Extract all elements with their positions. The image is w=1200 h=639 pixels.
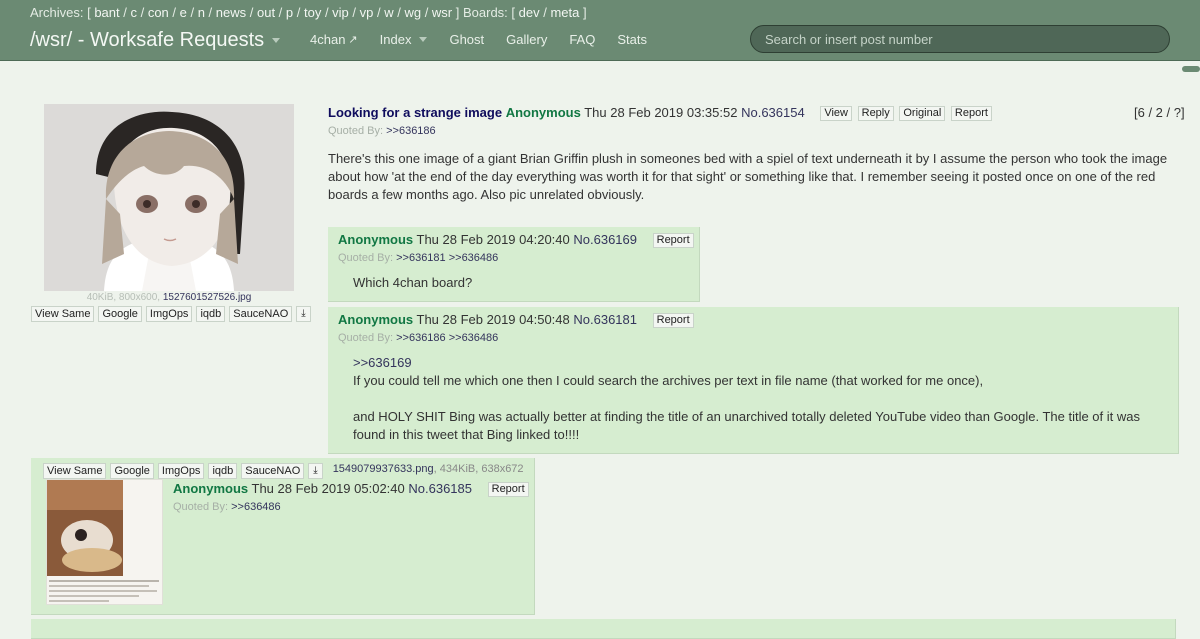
quote-backlink[interactable]: >>636186 [386, 125, 436, 137]
anime-portrait-image [44, 104, 294, 291]
post-date: Thu 28 Feb 2019 05:02:40 [251, 481, 405, 496]
view-same-button[interactable]: View Same [43, 463, 107, 479]
report-button[interactable]: Report [950, 106, 992, 121]
board-link-meta[interactable]: meta [550, 5, 579, 20]
post-subject: Looking for a strange image [328, 105, 503, 120]
thread-stats: [6 / 2 / ?] [1134, 105, 1185, 120]
chevron-down-icon [272, 38, 281, 44]
view-button[interactable]: View [820, 106, 852, 121]
external-link-icon: ↗ [348, 34, 358, 46]
post-number-link[interactable]: No.636169 [573, 232, 637, 247]
saucenao-button[interactable]: SauceNAO [229, 306, 293, 322]
imgops-button[interactable]: ImgOps [145, 306, 193, 322]
saucenao-button[interactable]: SauceNAO [241, 463, 305, 479]
archives-nav: Archives: [ bant / c / con / e / n / new… [30, 5, 587, 20]
poster-name: Anonymous [338, 232, 414, 247]
nav-faq[interactable]: FAQ [569, 32, 595, 47]
op-file-link[interactable]: 1527601527526.jpg [163, 292, 251, 303]
quoted-by: Quoted By: >>636181 >>636486 [338, 252, 499, 264]
iqdb-button[interactable]: iqdb [208, 463, 238, 479]
quote-backlink[interactable]: >>636186 >>636486 [396, 332, 498, 344]
plush-bed-image [47, 480, 162, 604]
quote-link[interactable]: >>636169 [353, 355, 412, 370]
quoted-by: Quoted By: >>636186 >>636486 [338, 332, 499, 344]
report-button[interactable]: Report [652, 233, 694, 248]
post-date: Thu 28 Feb 2019 04:50:48 [416, 312, 570, 327]
post-body: There's this one image of a giant Brian … [328, 151, 1168, 202]
original-button[interactable]: Original [899, 106, 946, 121]
post-number-link[interactable]: No.636185 [408, 481, 472, 496]
archive-link-c[interactable]: c [130, 5, 137, 20]
iqdb-button[interactable]: iqdb [196, 306, 226, 322]
scroll-handle[interactable] [1182, 66, 1200, 72]
reply-thumbnail[interactable] [46, 479, 163, 605]
archive-link-vip[interactable]: vip [332, 5, 349, 20]
archive-link-con[interactable]: con [148, 5, 169, 20]
archive-link-wg[interactable]: wg [404, 5, 421, 20]
download-icon[interactable]: ⤓ [296, 306, 311, 322]
report-button[interactable]: Report [652, 313, 694, 328]
post-body: Which 4chan board? [353, 275, 473, 290]
board-link-dev[interactable]: dev [519, 5, 540, 20]
archive-link-n[interactable]: n [198, 5, 205, 20]
archive-link-e[interactable]: e [180, 5, 187, 20]
report-button[interactable]: Report [487, 482, 529, 497]
archive-link-wsr[interactable]: wsr [432, 5, 452, 20]
archive-link-w[interactable]: w [384, 5, 393, 20]
view-same-button[interactable]: View Same [31, 306, 95, 322]
nav-gallery[interactable]: Gallery [506, 32, 547, 47]
post-date: Thu 28 Feb 2019 03:35:52 [584, 105, 738, 120]
reply-header: Anonymous Thu 28 Feb 2019 05:02:40 No.63… [173, 481, 529, 497]
reply-image-search-buttons: View Same Google ImgOps iqdb SauceNAO ⤓ … [43, 463, 524, 479]
archive-link-bant[interactable]: bant [94, 5, 119, 20]
chevron-down-icon [419, 37, 428, 42]
archive-link-vp[interactable]: vp [360, 5, 374, 20]
post-number-link[interactable]: No.636154 [741, 105, 805, 120]
google-search-button[interactable]: Google [110, 463, 154, 479]
nav-4chan[interactable]: 4chan ↗ [310, 32, 358, 47]
quote-backlink[interactable]: >>636486 [231, 501, 281, 513]
board-title[interactable]: /wsr/ - Worksafe Requests [30, 29, 281, 52]
op-thumbnail[interactable] [44, 104, 294, 291]
reply-header: Anonymous Thu 28 Feb 2019 04:20:40 No.63… [338, 232, 694, 248]
imgops-button[interactable]: ImgOps [157, 463, 205, 479]
poster-name: Anonymous [505, 105, 581, 120]
reply-file-link[interactable]: 1549079937633.png [333, 463, 434, 475]
archive-link-out[interactable]: out [257, 5, 275, 20]
post-body: >>636169 If you could tell me which one … [353, 355, 1140, 442]
post-date: Thu 28 Feb 2019 04:20:40 [416, 232, 570, 247]
quoted-by: Quoted By: >>636486 [173, 501, 281, 513]
reply-header: Anonymous Thu 28 Feb 2019 04:50:48 No.63… [338, 312, 694, 328]
archive-link-p[interactable]: p [286, 5, 293, 20]
nav-ghost[interactable]: Ghost [449, 32, 484, 47]
reply-post-partial [31, 619, 1176, 639]
quoted-by: Quoted By: >>636186 [328, 125, 436, 137]
main-nav: 4chan ↗ Index Ghost Gallery FAQ Stats [310, 32, 669, 47]
poster-name: Anonymous [173, 481, 249, 496]
op-header: Looking for a strange image Anonymous Th… [328, 105, 992, 121]
quote-backlink[interactable]: >>636181 >>636486 [396, 252, 498, 264]
google-search-button[interactable]: Google [98, 306, 142, 322]
nav-index[interactable]: Index [380, 32, 428, 47]
search-input[interactable] [750, 25, 1170, 53]
archive-link-news[interactable]: news [216, 5, 246, 20]
op-image-search-buttons: View Same Google ImgOps iqdb SauceNAO ⤓ [31, 306, 311, 322]
reply-button[interactable]: Reply [857, 106, 894, 121]
download-icon[interactable]: ⤓ [308, 463, 323, 479]
post-number-link[interactable]: No.636181 [573, 312, 637, 327]
nav-stats[interactable]: Stats [617, 32, 647, 47]
reply-file-info: 1549079937633.png, 434KiB, 638x672 [332, 463, 524, 475]
op-file-info: 40KiB, 800x600, 1527601527526.jpg [86, 292, 252, 303]
archive-link-toy[interactable]: toy [304, 5, 321, 20]
poster-name: Anonymous [338, 312, 414, 327]
top-bar: Archives: [ bant / c / con / e / n / new… [0, 0, 1200, 61]
